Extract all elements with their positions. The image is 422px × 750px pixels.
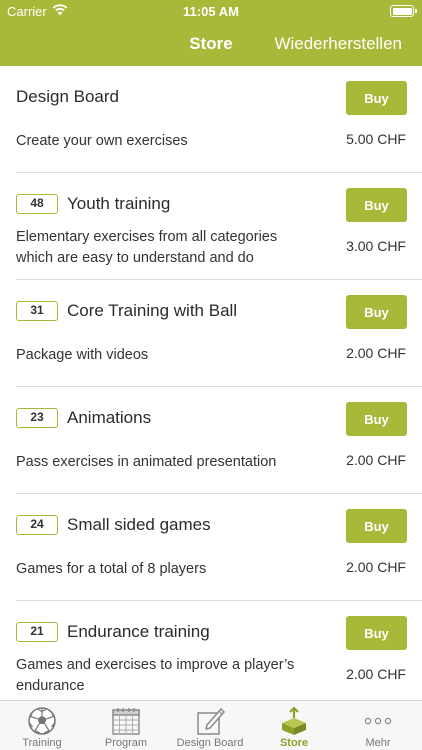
- exercise-count-badge: 31: [16, 301, 58, 321]
- more-dots-icon: [364, 717, 392, 725]
- exercise-count-badge: 21: [16, 622, 58, 642]
- status-bar: Carrier 11:05 AM: [0, 0, 422, 22]
- product-title: Youth training: [67, 194, 171, 213]
- tab-training[interactable]: Training: [0, 701, 84, 750]
- soccer-ball-icon: [28, 707, 56, 735]
- battery-icon: [390, 5, 417, 17]
- product-description: Elementary exercises from all categories…: [16, 229, 278, 266]
- product-row-youth-training: 48 Youth training Elementary exercises f…: [0, 173, 422, 280]
- buy-button[interactable]: Buy: [346, 188, 407, 222]
- product-title: Animations: [67, 408, 152, 427]
- product-price: 2.00 CHF: [346, 666, 406, 682]
- exercise-count-badge: 48: [16, 194, 58, 214]
- tab-design-board[interactable]: Design Board: [168, 701, 252, 750]
- product-title: Core Training with Ball: [67, 301, 238, 320]
- tab-label: Training: [22, 737, 62, 749]
- buy-button[interactable]: Buy: [346, 509, 407, 543]
- tab-program[interactable]: Program: [84, 701, 168, 750]
- exercise-count-badge: 23: [16, 408, 58, 428]
- product-price: 2.00 CHF: [346, 345, 406, 361]
- calendar-icon: [112, 708, 140, 735]
- product-row-design-board: Design Board Create your own exercises B…: [0, 66, 422, 173]
- box-icon: [282, 706, 306, 735]
- product-title: Endurance training: [67, 622, 210, 641]
- navigation-header: Carrier 11:05 AM Store Wiederherstellen: [0, 0, 422, 66]
- tab-label: Store: [279, 737, 309, 749]
- tab-label: Design Board: [176, 737, 244, 749]
- buy-button[interactable]: Buy: [346, 616, 407, 650]
- tab-label: Program: [104, 737, 148, 749]
- product-description: Package with videos: [16, 347, 149, 363]
- restore-purchases-button[interactable]: Wiederherstellen: [274, 34, 402, 54]
- buy-button[interactable]: Buy: [346, 402, 407, 436]
- product-row-small-sided-games: 24 Small sided games Games for a total o…: [0, 494, 422, 601]
- buy-button[interactable]: Buy: [346, 81, 407, 115]
- buy-button[interactable]: Buy: [346, 295, 407, 329]
- product-row-endurance-training: 21 Endurance training Games and exercise…: [0, 601, 422, 700]
- product-price: 2.00 CHF: [346, 452, 406, 468]
- product-title: Design Board: [16, 87, 120, 106]
- clock: 11:05 AM: [183, 4, 239, 19]
- product-description: Create your own exercises: [16, 133, 188, 149]
- product-price: 5.00 CHF: [346, 131, 406, 147]
- product-title: Small sided games: [67, 515, 211, 534]
- product-description: Games and exercises to improve a player’…: [16, 657, 295, 694]
- page-title: Store: [189, 34, 233, 53]
- board-pencil-icon: [197, 708, 225, 735]
- product-price: 2.00 CHF: [346, 559, 406, 575]
- product-price: 3.00 CHF: [346, 238, 406, 254]
- tab-bar: Training Program Design Board Store Mehr: [0, 700, 422, 750]
- exercise-count-badge: 24: [16, 515, 58, 535]
- product-list: Design Board Create your own exercises B…: [0, 66, 422, 700]
- tab-store[interactable]: Store: [252, 701, 336, 750]
- product-row-animations: 23 Animations Pass exercises in animated…: [0, 387, 422, 494]
- tab-label: Mehr: [365, 737, 391, 749]
- product-row-core-training: 31 Core Training with Ball Package with …: [0, 280, 422, 387]
- tab-more[interactable]: Mehr: [336, 701, 420, 750]
- product-description: Games for a total of 8 players: [16, 561, 207, 577]
- product-description: Pass exercises in animated presentation: [16, 454, 277, 470]
